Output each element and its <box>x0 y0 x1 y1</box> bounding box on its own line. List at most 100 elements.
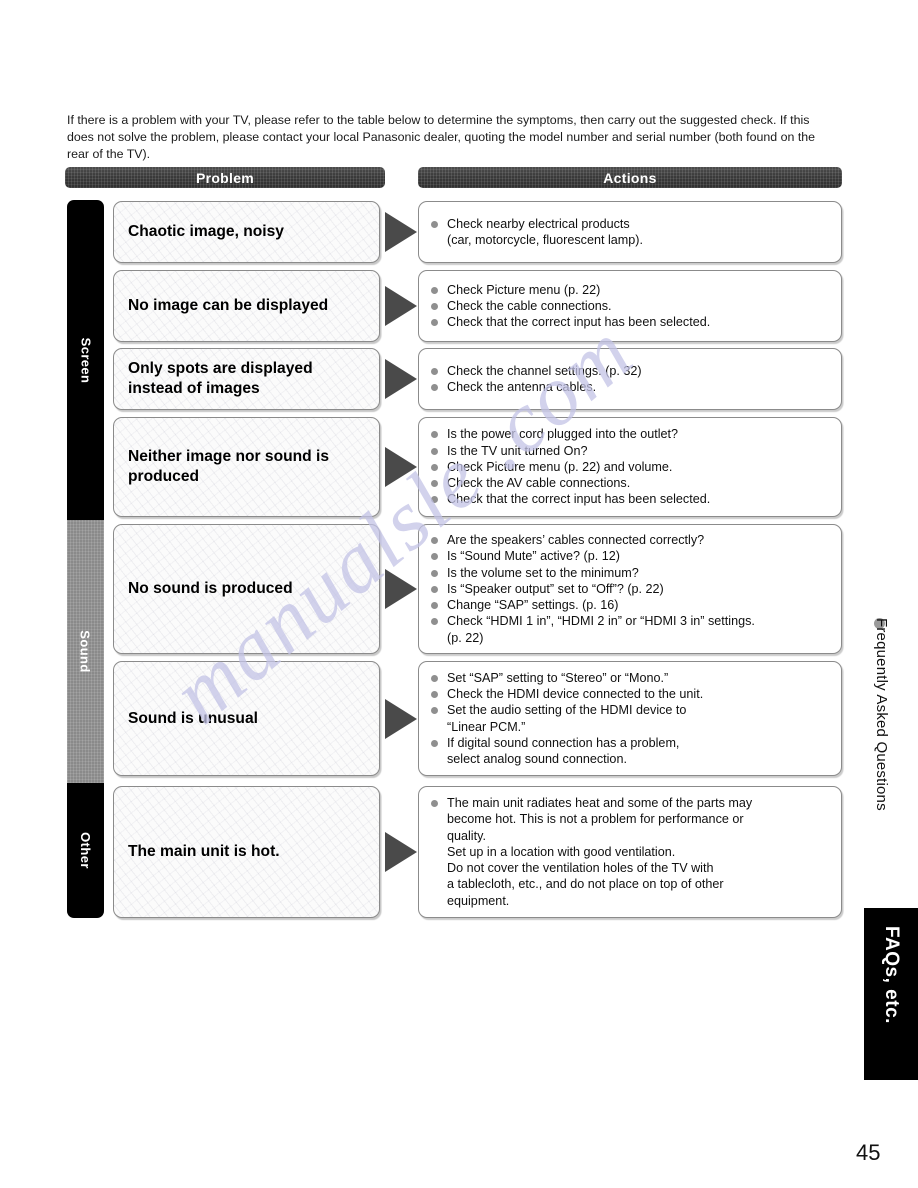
action-item: Check Picture menu (p. 22) <box>431 282 831 298</box>
bullet-icon <box>431 367 438 375</box>
bullet-icon <box>431 536 438 544</box>
category-band-other-label: Other <box>77 832 93 869</box>
problem-cell: Sound is unusual <box>113 661 380 776</box>
action-item: Set the audio setting of the HDMI device… <box>431 702 831 735</box>
page-number: 45 <box>856 1140 881 1165</box>
action-item-text: Set the audio setting of the HDMI device… <box>447 703 687 734</box>
action-item: Set “SAP” setting to “Stereo” or “Mono.” <box>431 670 831 686</box>
arrow-right-icon <box>385 698 417 739</box>
action-item: Check Picture menu (p. 22) and volume. <box>431 459 831 475</box>
bullet-icon <box>431 302 438 310</box>
bullet-icon <box>431 707 438 715</box>
action-item-text: Check nearby electrical products (car, m… <box>447 216 643 247</box>
bullet-icon <box>431 447 438 455</box>
bullet-icon <box>431 602 438 610</box>
actions-cell: Set “SAP” setting to “Stereo” or “Mono.”… <box>418 661 842 776</box>
problem-cell: Neither image nor sound is produced <box>113 417 380 517</box>
bullet-icon <box>431 674 438 682</box>
action-item: Is “Speaker output” set to “Off”? (p. 22… <box>431 581 831 597</box>
action-item: Check that the correct input has been se… <box>431 314 831 330</box>
action-item-text: Is the volume set to the minimum? <box>447 565 639 580</box>
section-thumb-tab: FAQs, etc. <box>864 908 918 1080</box>
action-item: Check the channel settings. (p. 32) <box>431 363 831 379</box>
bullet-icon <box>431 220 438 228</box>
action-item-text: Check Picture menu (p. 22) <box>447 282 601 297</box>
arrow-right-icon <box>385 447 417 487</box>
actions-column-header: Actions <box>418 167 842 188</box>
side-section-label-text: Frequently Asked Questions <box>873 618 890 811</box>
problem-cell: Chaotic image, noisy <box>113 201 380 263</box>
action-item: Check “HDMI 1 in”, “HDMI 2 in” or “HDMI … <box>431 613 831 646</box>
actions-list: Is the power cord plugged into the outle… <box>431 426 831 507</box>
action-item: Is the TV unit turned On? <box>431 443 831 459</box>
bullet-icon <box>431 569 438 577</box>
action-item: Check the cable connections. <box>431 298 831 314</box>
arrow-right-icon <box>385 286 417 326</box>
problem-cell: No sound is produced <box>113 524 380 654</box>
actions-list: Are the speakers’ cables connected corre… <box>431 532 831 646</box>
arrow-right-icon <box>385 569 417 609</box>
bullet-icon <box>431 384 438 391</box>
actions-cell: Are the speakers’ cables connected corre… <box>418 524 842 654</box>
category-band-sound: Sound <box>67 520 104 783</box>
action-item-text: Change “SAP” settings. (p. 16) <box>447 598 619 613</box>
actions-cell: Check nearby electrical products (car, m… <box>418 201 842 263</box>
actions-cell: Check the channel settings. (p. 32) Check… <box>418 348 842 410</box>
action-item-text: Check “HDMI 1 in”, “HDMI 2 in” or “HDMI … <box>447 614 755 645</box>
problem-text: The main unit is hot. <box>128 843 280 860</box>
problem-text: No image can be displayed <box>128 297 329 314</box>
actions-list: Check the channel settings. (p. 32) Check… <box>431 363 831 396</box>
bullet-icon <box>431 585 438 593</box>
action-item-text: Check Picture menu (p. 22) and volume. <box>447 459 673 474</box>
category-band-screen: Screen <box>67 200 104 520</box>
side-section-label: Frequently Asked Questions <box>868 614 894 904</box>
arrow-right-icon <box>385 212 417 252</box>
action-item: Is the power cord plugged into the outle… <box>431 426 831 442</box>
action-item-text: Is the power cord plugged into the outle… <box>447 427 679 442</box>
problem-text: Sound is unusual <box>128 709 258 727</box>
problem-column-header-label: Problem <box>195 169 255 186</box>
action-item: Check the HDMI device connected to the u… <box>431 686 831 702</box>
bullet-icon <box>431 618 438 626</box>
problem-text: No sound is produced <box>128 580 293 597</box>
actions-cell: Is the power cord plugged into the outle… <box>418 417 842 517</box>
actions-column-header-label: Actions <box>603 169 657 186</box>
action-item-text: The main unit radiates heat and some of … <box>447 795 753 908</box>
action-item: Check the antenna cables. <box>431 379 831 395</box>
bullet-icon <box>431 480 438 488</box>
actions-list: Set “SAP” setting to “Stereo” or “Mono.”… <box>431 670 831 768</box>
bullet-icon <box>431 739 438 747</box>
actions-list: The main unit radiates heat and some of … <box>431 795 831 909</box>
problem-text: Neither image nor sound is produced <box>128 448 330 485</box>
action-item-text: Is “Speaker output” set to “Off”? (p. 22… <box>447 581 664 596</box>
problem-column-header: Problem <box>65 167 385 188</box>
actions-list: Check Picture menu (p. 22) Check the cabl… <box>431 282 831 331</box>
action-item: Check nearby electrical products (car, m… <box>431 216 831 249</box>
bullet-icon <box>431 553 438 561</box>
action-item-text: Check the channel settings. (p. 32) <box>447 363 642 378</box>
action-item-text: Check the HDMI device connected to the u… <box>447 686 704 701</box>
action-item-text: Is the TV unit turned On? <box>447 443 588 458</box>
arrow-right-icon <box>385 832 417 872</box>
action-item: Check the AV cable connections. <box>431 475 831 491</box>
action-item-text: Is “Sound Mute” active? (p. 12) <box>447 549 620 564</box>
actions-cell: The main unit radiates heat and some of … <box>418 786 842 918</box>
category-band-screen-label: Screen <box>78 337 94 383</box>
category-band-other: Other <box>67 783 104 918</box>
action-item-text: Check that the correct input has been se… <box>447 315 711 330</box>
section-thumb-tab-label: FAQs, etc. <box>881 926 902 1024</box>
action-item: Is “Sound Mute” active? (p. 12) <box>431 548 831 564</box>
action-item-text: Are the speakers’ cables connected corre… <box>447 532 705 547</box>
bullet-icon <box>431 496 438 504</box>
bullet-icon <box>431 690 438 698</box>
action-item: Check that the correct input has been se… <box>431 491 831 507</box>
problem-text: Only spots are displayed instead of imag… <box>128 360 313 397</box>
action-item-text: Check the antenna cables. <box>447 380 597 394</box>
arrow-right-icon <box>385 359 417 399</box>
action-item: Are the speakers’ cables connected corre… <box>431 532 831 548</box>
action-item-text: Check that the correct input has been se… <box>447 492 711 507</box>
problem-cell: The main unit is hot. <box>113 786 380 918</box>
action-item-text: If digital sound connection has a proble… <box>447 735 680 767</box>
bullet-icon <box>431 463 438 471</box>
action-item: Is the volume set to the minimum? <box>431 565 831 581</box>
